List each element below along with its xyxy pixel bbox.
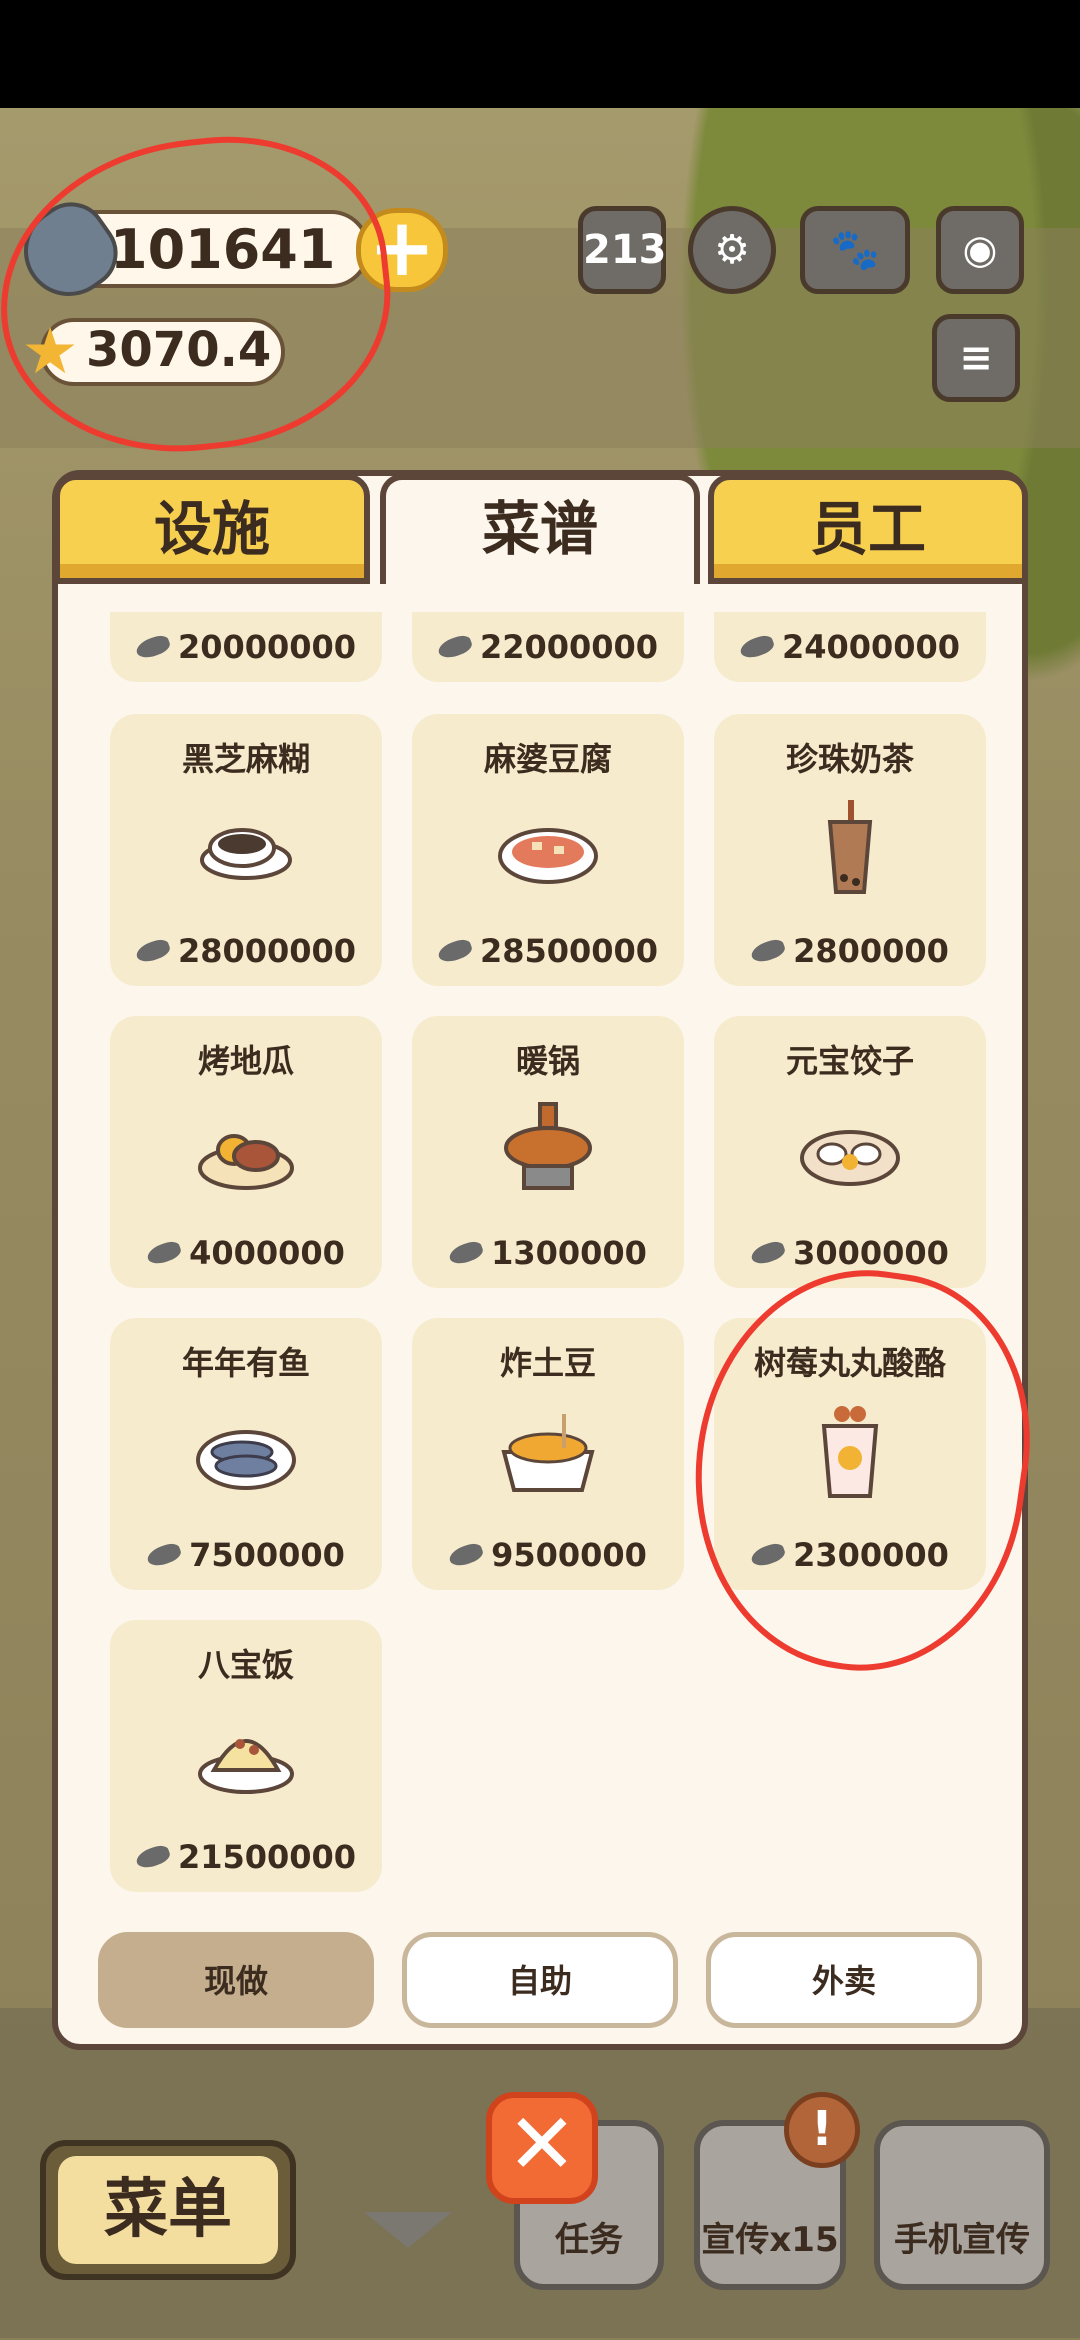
black-sesame-paste-icon [200, 828, 292, 880]
recipe-name: 烤地瓜 [197, 1042, 294, 1080]
ranking-button[interactable]: 213 [578, 206, 667, 294]
fish-icon [447, 1238, 486, 1268]
recipe-name: 炸土豆 [499, 1344, 596, 1382]
fish-icon [749, 1238, 788, 1268]
fish-icon [749, 936, 788, 966]
recipe-card[interactable]: 年年有鱼 7500000 [110, 1318, 382, 1590]
promo-label: 宣传x15 [701, 2220, 839, 2260]
recipe-card[interactable]: 炸土豆 9500000 [412, 1318, 684, 1590]
settings-button[interactable]: ⚙ [688, 206, 776, 294]
fish-icon [737, 632, 776, 662]
fried-potato-icon [501, 1414, 595, 1492]
recipe-name: 珍珠奶茶 [785, 740, 914, 778]
recipe-price: 1300000 [491, 1234, 647, 1272]
menu-button[interactable]: 菜单 [58, 2156, 278, 2264]
recipe-price: 7500000 [189, 1536, 345, 1574]
phone-promo-label: 手机宣传 [894, 2220, 1030, 2260]
notice-icon: ≡ [959, 335, 993, 381]
recipe-name: 年年有鱼 [181, 1344, 310, 1382]
roasted-sweet-potato-icon [198, 1134, 294, 1190]
dumplings-icon [800, 1130, 900, 1186]
ranking-icon: 213 [583, 227, 667, 273]
recipe-card-partial[interactable]: 24000000 [714, 612, 986, 682]
recipe-price-row: 21500000 [110, 1838, 382, 1878]
gear-icon: ⚙ [714, 227, 750, 273]
recipe-book-button[interactable]: 🐾 [800, 206, 910, 294]
recipe-price-row: 22000000 [412, 628, 684, 668]
alert-icon: ! [784, 2092, 860, 2168]
recipe-name: 麻婆豆腐 [483, 740, 612, 778]
recipe-name: 黑芝麻糊 [181, 740, 310, 778]
task-label: 任务 [555, 2220, 623, 2260]
close-button[interactable]: ✕ [486, 2092, 598, 2204]
recipe-price: 2800000 [793, 932, 949, 970]
fish-icon [435, 632, 474, 662]
status-bar [0, 0, 1080, 108]
recipe-price: 9500000 [491, 1536, 647, 1574]
recipe-card-partial[interactable]: 22000000 [412, 612, 684, 682]
recipe-card[interactable]: 黑芝麻糊 28000000 [110, 714, 382, 986]
recipe-name: 元宝饺子 [785, 1042, 914, 1080]
recipe-card[interactable]: 烤地瓜 4000000 [110, 1016, 382, 1288]
recipe-price: 22000000 [479, 628, 659, 666]
recipe-card[interactable]: 麻婆豆腐 28500000 [412, 714, 684, 986]
recipe-card[interactable]: 八宝饭 21500000 [110, 1620, 382, 1892]
recipe-price: 3000000 [793, 1234, 949, 1272]
recipe-price-row: 1300000 [412, 1234, 684, 1274]
eight-treasure-rice-icon [198, 1739, 294, 1794]
recipe-price-row: 20000000 [110, 628, 382, 668]
recipe-card-partial[interactable]: 20000000 [110, 612, 382, 682]
recipe-name: 暖锅 [515, 1042, 580, 1080]
recipe-price: 24000000 [781, 628, 961, 666]
recipe-price-row: 28000000 [110, 932, 382, 972]
tab-staff[interactable]: 员工 [708, 474, 1028, 584]
recipe-card[interactable]: 暖锅 1300000 [412, 1016, 684, 1288]
book-icon: 🐾 [830, 227, 880, 273]
recipe-price: 28500000 [479, 932, 659, 970]
chevron-down-icon[interactable] [364, 2212, 452, 2248]
mode-delivery-button[interactable]: 外卖 [706, 1932, 982, 2028]
fish-icon [133, 936, 172, 966]
recipe-price: 28000000 [177, 932, 357, 970]
recipe-price: 21500000 [177, 1838, 357, 1876]
recipe-price: 20000000 [177, 628, 357, 666]
fish-icon [145, 1238, 184, 1268]
fish-icon [133, 1842, 172, 1872]
notice-button[interactable]: ≡ [932, 314, 1020, 402]
recipe-price-row: 2800000 [714, 932, 986, 972]
recipe-price-row: 24000000 [714, 628, 986, 668]
recipe-price-row: 28500000 [412, 932, 684, 972]
bubble-tea-icon [827, 800, 873, 894]
recipe-name: 八宝饭 [197, 1646, 294, 1684]
camera-button[interactable]: ◉ [936, 206, 1024, 294]
recipe-grid: 20000000 22000000 24000000 黑芝麻糊 28000000… [110, 612, 990, 1902]
recipe-price: 4000000 [189, 1234, 345, 1272]
recipe-price-row: 7500000 [110, 1536, 382, 1576]
mode-buffet-button[interactable]: 自助 [402, 1932, 678, 2028]
fish-dish-icon [196, 1430, 296, 1490]
recipe-card[interactable]: 珍珠奶茶 2800000 [714, 714, 986, 986]
camera-icon: ◉ [962, 227, 998, 273]
fish-icon [435, 936, 474, 966]
hotpot-icon [504, 1102, 592, 1190]
fish-icon [133, 632, 172, 662]
tab-facilities[interactable]: 设施 [54, 474, 370, 584]
recipe-price-row: 3000000 [714, 1234, 986, 1274]
recipe-price-row: 4000000 [110, 1234, 382, 1274]
recipe-price-row: 9500000 [412, 1536, 684, 1576]
tab-recipes[interactable]: 菜谱 [380, 474, 700, 584]
phone-promo-button[interactable] [874, 2120, 1050, 2290]
fish-icon [447, 1540, 486, 1570]
fish-icon [145, 1540, 184, 1570]
recipe-card[interactable]: 元宝饺子 3000000 [714, 1016, 986, 1288]
mapo-tofu-icon [498, 828, 598, 884]
mode-fresh-button[interactable]: 现做 [98, 1932, 374, 2028]
